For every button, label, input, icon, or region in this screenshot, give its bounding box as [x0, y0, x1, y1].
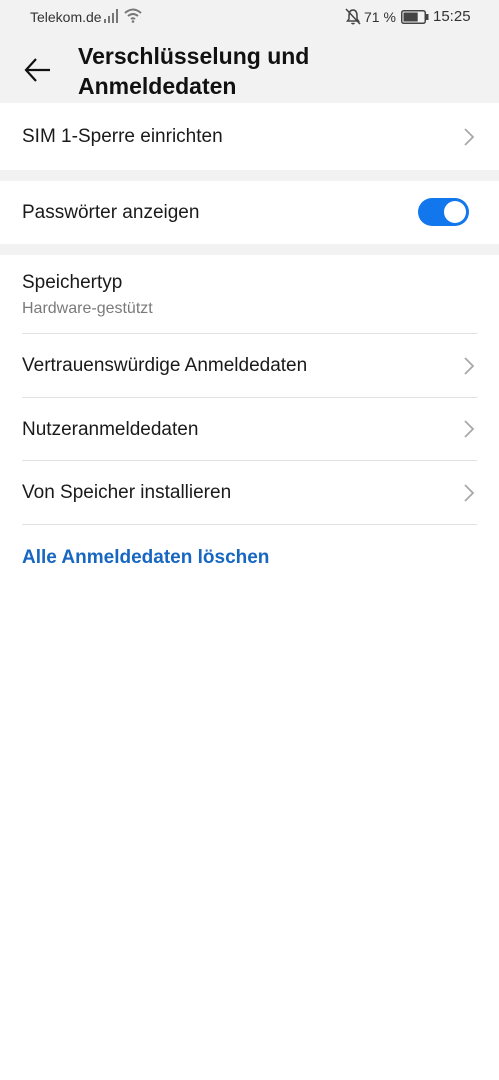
section-gap: [0, 170, 499, 181]
toggle-knob: [444, 201, 466, 223]
section-gap: [0, 244, 499, 255]
clock: 15:25: [433, 8, 471, 25]
clear-credentials-row[interactable]: Alle Anmeldedaten löschen: [0, 525, 499, 591]
chevron-right-icon: [464, 420, 475, 438]
show-passwords-label: Passwörter anzeigen: [22, 202, 200, 223]
sim-lock-row[interactable]: SIM 1-Sperre einrichten: [0, 103, 499, 170]
wifi-icon: [124, 8, 142, 23]
status-bar: Telekom.de 71 % 15:25: [0, 0, 499, 34]
battery-percent: 71 %: [364, 9, 396, 25]
clear-credentials-link[interactable]: Alle Anmeldedaten löschen: [22, 547, 269, 569]
user-credentials-label: Nutzeranmeldedaten: [22, 419, 199, 440]
user-credentials-row[interactable]: Nutzeranmeldedaten: [0, 398, 499, 460]
signal-icon: [104, 9, 118, 23]
chevron-right-icon: [464, 128, 475, 146]
storage-type-label: Speichertyp: [22, 272, 123, 293]
page-title-line-1: Verschlüsselung und: [78, 43, 310, 69]
muted-bell-icon: [345, 8, 361, 25]
storage-type-value: Hardware-gestützt: [22, 300, 153, 317]
chevron-right-icon: [464, 357, 475, 375]
battery-icon: [401, 10, 429, 24]
sim-lock-label: SIM 1-Sperre einrichten: [22, 126, 223, 147]
trusted-credentials-row[interactable]: Vertrauenswürdige Anmeldedaten: [0, 334, 499, 397]
carrier-name: Telekom.de: [30, 9, 102, 25]
page-title-line-2: Anmeldedaten: [78, 73, 237, 99]
install-from-storage-row[interactable]: Von Speicher installieren: [0, 461, 499, 524]
show-passwords-row[interactable]: Passwörter anzeigen: [0, 181, 499, 244]
back-arrow-icon[interactable]: [22, 54, 54, 86]
show-passwords-toggle[interactable]: [418, 198, 469, 226]
storage-type-row: Speichertyp Hardware-gestützt: [0, 255, 499, 333]
install-from-storage-label: Von Speicher installieren: [22, 482, 232, 503]
page-title: Verschlüsselung und Anmeldedaten: [78, 41, 478, 101]
chevron-right-icon: [464, 484, 475, 502]
trusted-credentials-label: Vertrauenswürdige Anmeldedaten: [22, 355, 308, 376]
app-bar: Verschlüsselung und Anmeldedaten: [0, 34, 499, 103]
